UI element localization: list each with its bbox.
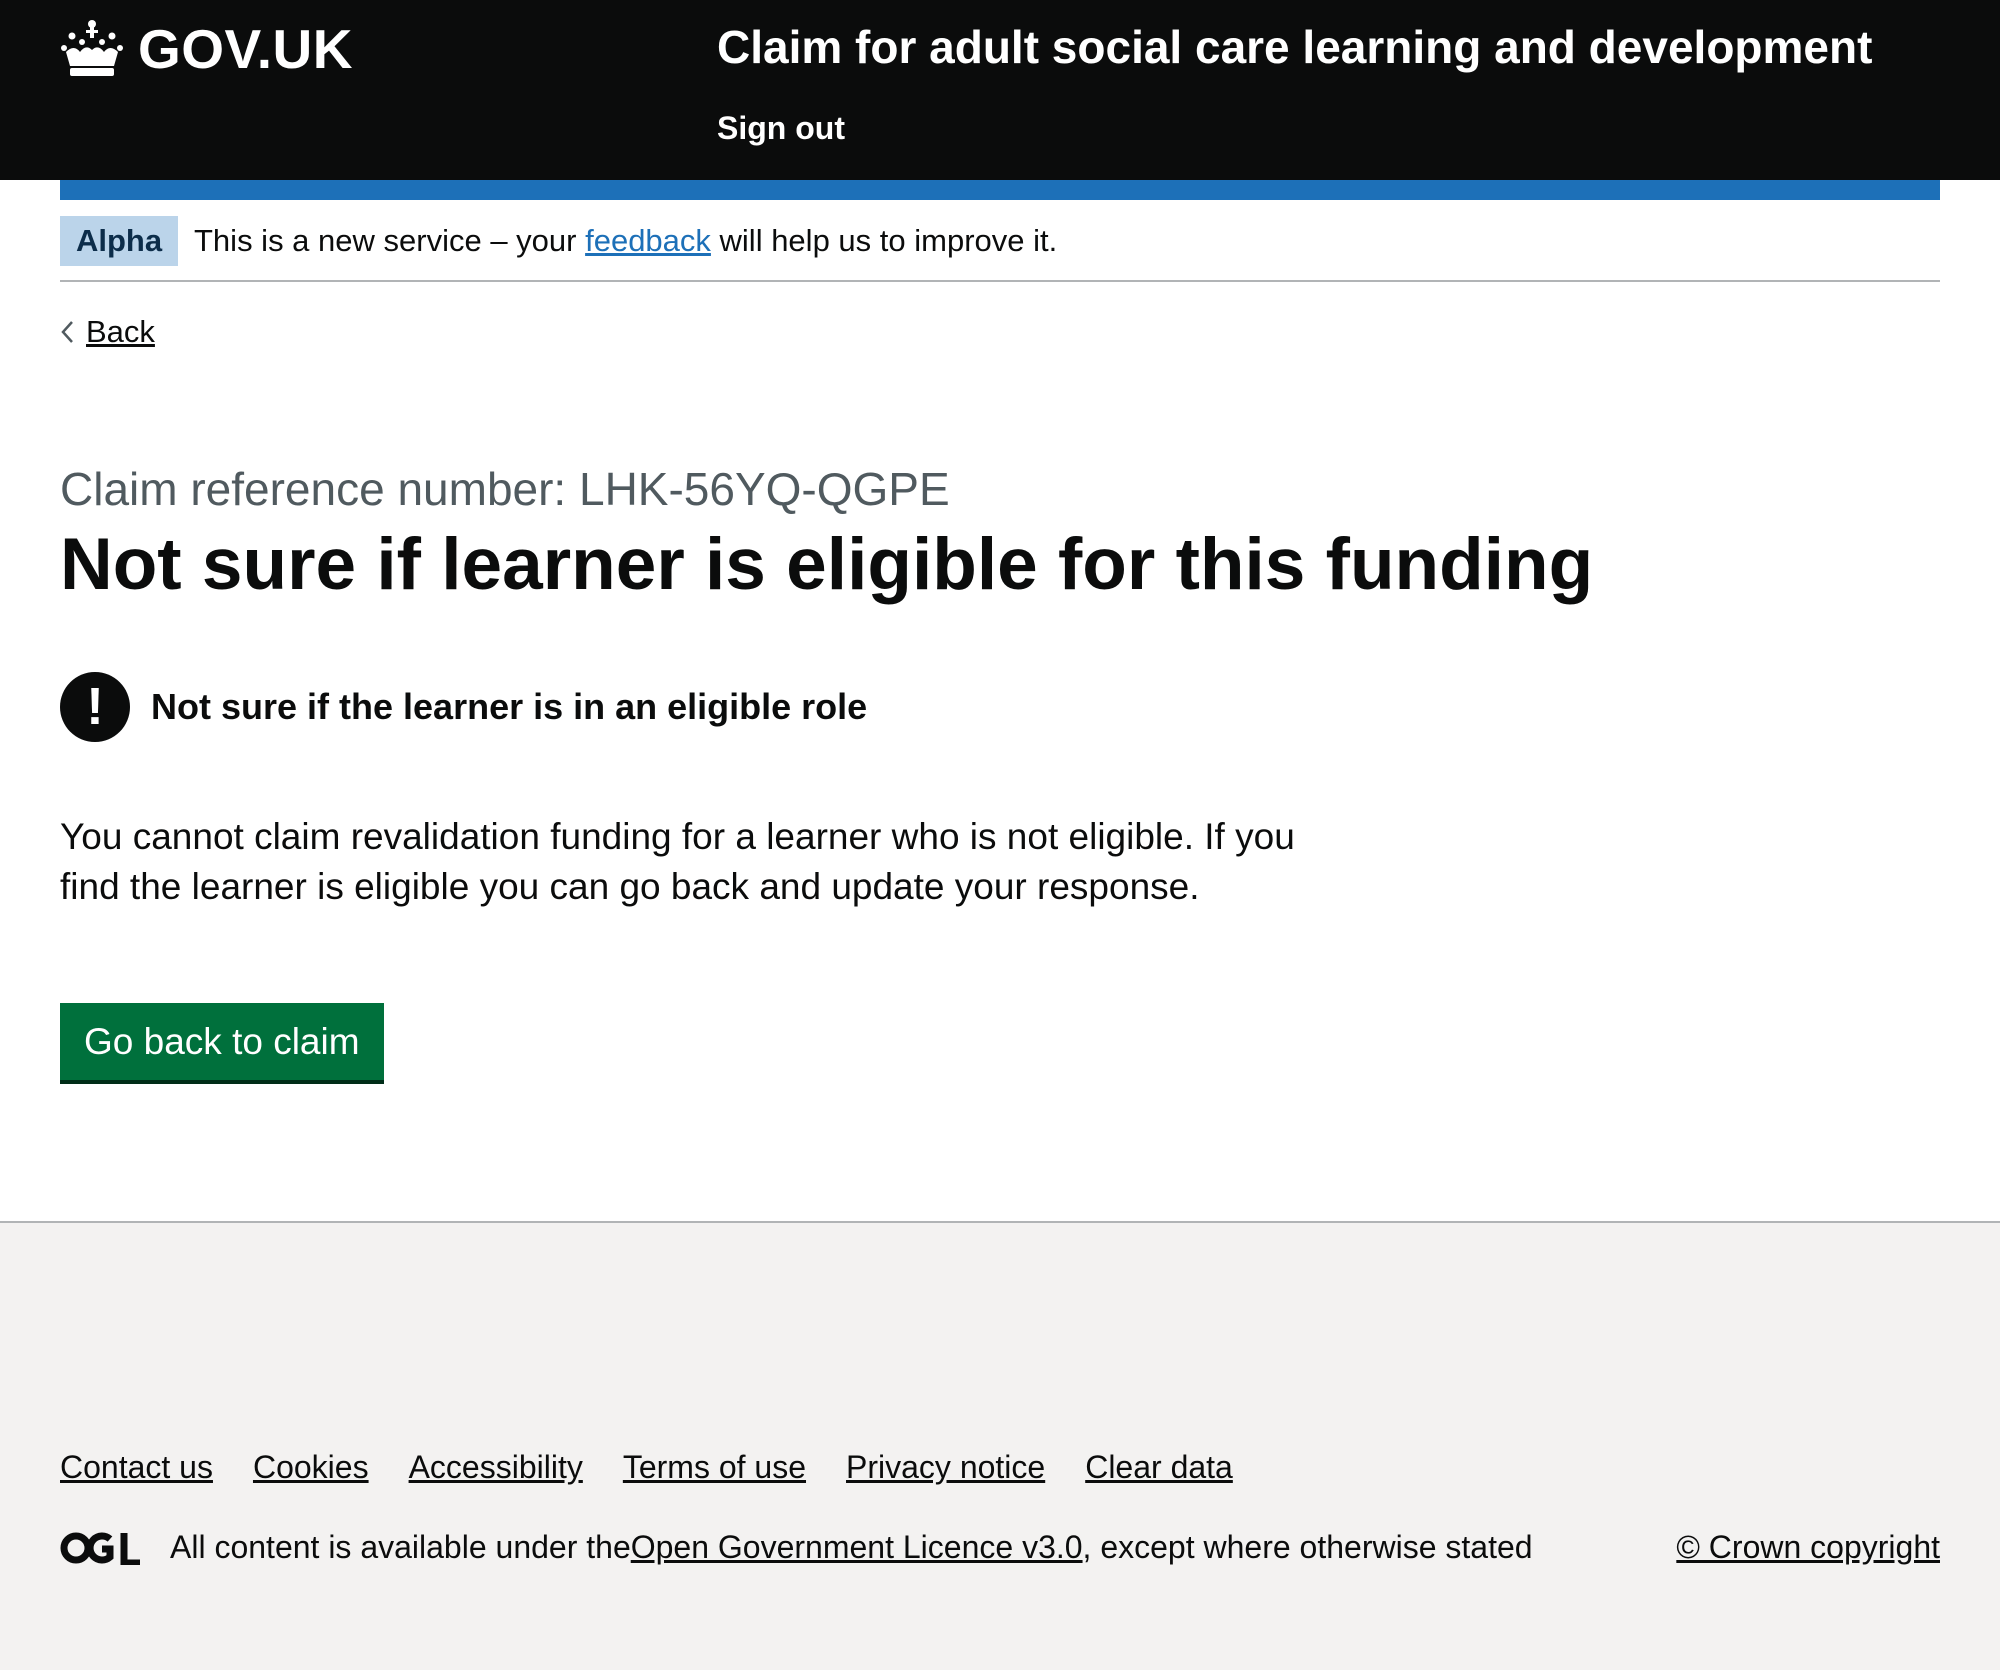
body-paragraph: You cannot claim revalidation funding fo… xyxy=(60,816,1295,907)
service-name-link[interactable]: Claim for adult social care learning and… xyxy=(717,20,1872,74)
site-header: GOV.UK Claim for adult social care learn… xyxy=(0,0,2000,180)
open-government-licence-link[interactable]: Open Government Licence v3.0 xyxy=(631,1529,1083,1566)
warning-text-block: ! Not sure if the learner is in an eligi… xyxy=(60,672,867,742)
claim-reference-caption: Claim reference number: LHK-56YQ-QGPE xyxy=(60,463,950,515)
phase-text-before: This is a new service – your xyxy=(194,223,586,258)
go-back-to-claim-button[interactable]: Go back to claim xyxy=(60,1003,384,1080)
site-footer: Contact us Cookies Accessibility Terms o… xyxy=(0,1221,2000,1670)
ogl-logo-icon xyxy=(60,1532,140,1565)
warning-icon: ! xyxy=(60,672,130,742)
warning-message: Not sure if the learner is in an eligibl… xyxy=(151,686,868,727)
copyright: © Crown copyright xyxy=(1676,1529,1940,1566)
footer-link-privacy-notice[interactable]: Privacy notice xyxy=(846,1449,1045,1486)
back-link-container: Back xyxy=(60,312,155,352)
licence-text-after: , except where otherwise stated xyxy=(1082,1529,1533,1565)
footer-link-accessibility[interactable]: Accessibility xyxy=(409,1449,583,1486)
phase-banner-text: This is a new service – your feedback wi… xyxy=(194,221,1057,261)
sign-out-link[interactable]: Sign out xyxy=(717,110,845,147)
govuk-logo-text: GOV.UK xyxy=(138,18,353,80)
footer-links: Contact us Cookies Accessibility Terms o… xyxy=(60,1449,1233,1486)
feedback-link[interactable]: feedback xyxy=(585,223,711,258)
phase-text-after: will help us to improve it. xyxy=(710,223,1058,258)
phase-tag: Alpha xyxy=(60,216,179,266)
govuk-logo-link[interactable]: GOV.UK xyxy=(60,14,353,84)
footer-link-clear-data[interactable]: Clear data xyxy=(1085,1449,1233,1486)
footer-link-cookies[interactable]: Cookies xyxy=(253,1449,369,1486)
footer-link-terms-of-use[interactable]: Terms of use xyxy=(623,1449,806,1486)
licence-row: All content is available under the Open … xyxy=(60,1529,1533,1566)
chevron-left-icon xyxy=(61,321,73,343)
back-link[interactable]: Back xyxy=(86,312,155,352)
page-title: Not sure if learner is eligible for this… xyxy=(60,524,1594,605)
footer-link-contact-us[interactable]: Contact us xyxy=(60,1449,213,1486)
phase-banner: Alpha This is a new service – your feedb… xyxy=(60,216,1940,282)
licence-text-before: All content is available under the xyxy=(170,1529,631,1565)
crown-copyright-link[interactable]: © Crown copyright xyxy=(1676,1529,1940,1565)
crown-icon xyxy=(61,20,123,76)
header-blue-bar xyxy=(60,180,1940,200)
